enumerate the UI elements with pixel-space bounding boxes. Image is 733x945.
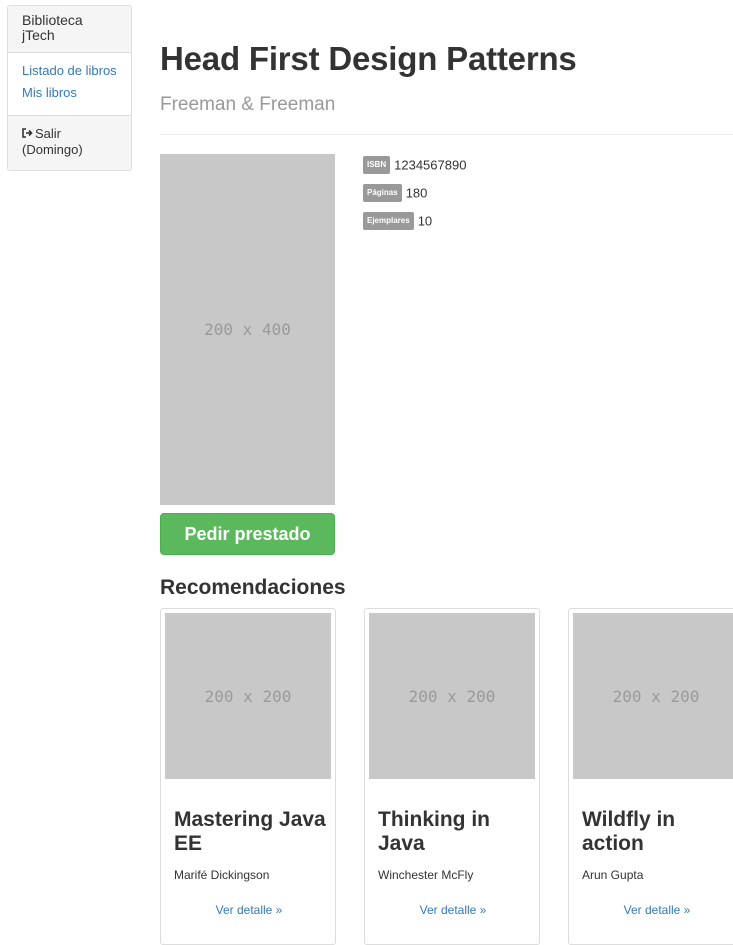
recommendation-title: Wildfly in action (582, 808, 676, 855)
recommendation-thumbnail: 200 x 200 (573, 613, 733, 779)
view-detail-link[interactable]: Ver detalle » (569, 903, 733, 917)
cover-placeholder-text: 200 x 400 (204, 320, 291, 339)
recommendation-author: Arun Gupta (582, 868, 644, 882)
borrow-button[interactable]: Pedir prestado (160, 513, 335, 555)
recommendation-thumbnail: 200 x 200 (165, 613, 331, 779)
meta-row-isbn: ISBN 1234567890 (363, 156, 467, 185)
thumbnail-placeholder-text: 200 x 200 (204, 686, 292, 706)
logout-icon-svg (22, 128, 33, 138)
recommendation-author: Marifé Dickingson (174, 868, 270, 882)
pages-label-badge: Páginas (363, 184, 402, 202)
view-detail-link[interactable]: Ver detalle » (161, 903, 337, 917)
copies-value: 10 (417, 213, 433, 229)
page: Biblioteca jTech Listado de libros Mis l… (0, 0, 733, 945)
recommendations-heading: Recomendaciones (160, 576, 346, 599)
pages-value: 180 (405, 185, 428, 201)
book-author: Freeman & Freeman (160, 94, 336, 115)
sidebar-item-book-list[interactable]: Listado de libros (22, 63, 117, 79)
copies-label-badge: Ejemplares (363, 212, 414, 230)
sidebar-nav: Listado de libros Mis libros (8, 53, 131, 115)
thumbnail-placeholder-text: 200 x 200 (408, 686, 496, 706)
page-title: Head First Design Patterns (160, 40, 577, 77)
divider (160, 134, 733, 135)
logout-icon (22, 126, 33, 142)
recommendation-card: 200 x 200 Mastering Java EE Marifé Dicki… (160, 608, 336, 945)
recommendation-card: 200 x 200 Thinking in Java Winchester Mc… (364, 608, 540, 945)
thumbnail-placeholder-text: 200 x 200 (612, 686, 700, 706)
meta-row-pages: Páginas 180 (363, 184, 466, 213)
logout-link[interactable]: Salir (Domingo) (8, 115, 131, 170)
recommendation-title: Mastering Java EE (174, 808, 326, 855)
recommendation-author: Winchester McFly (378, 868, 474, 882)
recommendation-card: 200 x 200 Wildfly in action Arun Gupta V… (568, 608, 733, 945)
recommendation-thumbnail: 200 x 200 (369, 613, 535, 779)
recommendation-title: Thinking in Java (378, 808, 490, 855)
view-detail-link[interactable]: Ver detalle » (365, 903, 541, 917)
sidebar: Biblioteca jTech Listado de libros Mis l… (7, 5, 132, 171)
isbn-value: 1234567890 (394, 157, 467, 173)
book-metadata: ISBN 1234567890 Páginas 180 Ejemplares 10 (363, 156, 467, 241)
sidebar-brand: Biblioteca jTech (8, 6, 131, 53)
isbn-label-badge: ISBN (363, 156, 391, 174)
meta-row-copies: Ejemplares 10 (363, 212, 466, 241)
book-cover-image: 200 x 400 (160, 154, 335, 505)
sidebar-item-my-books[interactable]: Mis libros (22, 85, 117, 101)
